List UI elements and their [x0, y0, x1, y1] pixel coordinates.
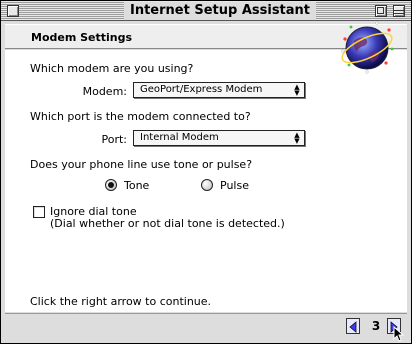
- mouse-pointer-icon: [393, 326, 405, 342]
- window-title: Internet Setup Assistant: [124, 2, 317, 20]
- title-bar[interactable]: Internet Setup Assistant: [1, 1, 411, 21]
- continue-instruction: Click the right arrow to continue.: [30, 295, 212, 308]
- page-number: 3: [371, 319, 381, 333]
- pulse-radio[interactable]: [201, 179, 213, 191]
- ignore-dial-tone-checkbox[interactable]: [33, 206, 45, 218]
- section-title: Modem Settings: [31, 31, 133, 44]
- port-popup-value: Internal Modem: [140, 132, 219, 143]
- ignore-dial-tone-hint: (Dial whether or not dial tone is detect…: [50, 217, 285, 230]
- dial-question: Does your phone line use tone or pulse?: [30, 158, 253, 171]
- modem-question: Which modem are you using?: [30, 62, 194, 75]
- port-popup[interactable]: Internal Modem ▲ ▼: [133, 130, 305, 146]
- collapse-box[interactable]: [393, 5, 405, 17]
- popup-arrows-icon: ▲ ▼: [294, 83, 300, 97]
- globe-icon: [341, 21, 394, 74]
- close-box[interactable]: [7, 5, 19, 17]
- left-arrow-icon: [349, 321, 357, 333]
- modem-label: Modem:: [82, 85, 127, 98]
- port-label: Port:: [101, 133, 127, 146]
- navigation-bar: 3: [5, 313, 407, 341]
- settings-panel: Which modem are you using? Modem: GeoPor…: [5, 50, 407, 312]
- tone-label[interactable]: Tone: [124, 179, 149, 192]
- assistant-window: Internet Setup Assistant Modem Settings …: [0, 0, 412, 344]
- port-question: Which port is the modem connected to?: [30, 110, 251, 123]
- modem-popup-value: GeoPort/Express Modem: [140, 84, 263, 95]
- previous-button[interactable]: [346, 318, 360, 334]
- modem-popup[interactable]: GeoPort/Express Modem ▲ ▼: [133, 82, 305, 98]
- zoom-box[interactable]: [375, 5, 387, 17]
- tone-radio[interactable]: [105, 179, 117, 191]
- pulse-label[interactable]: Pulse: [220, 179, 249, 192]
- popup-arrows-icon: ▲ ▼: [294, 131, 300, 145]
